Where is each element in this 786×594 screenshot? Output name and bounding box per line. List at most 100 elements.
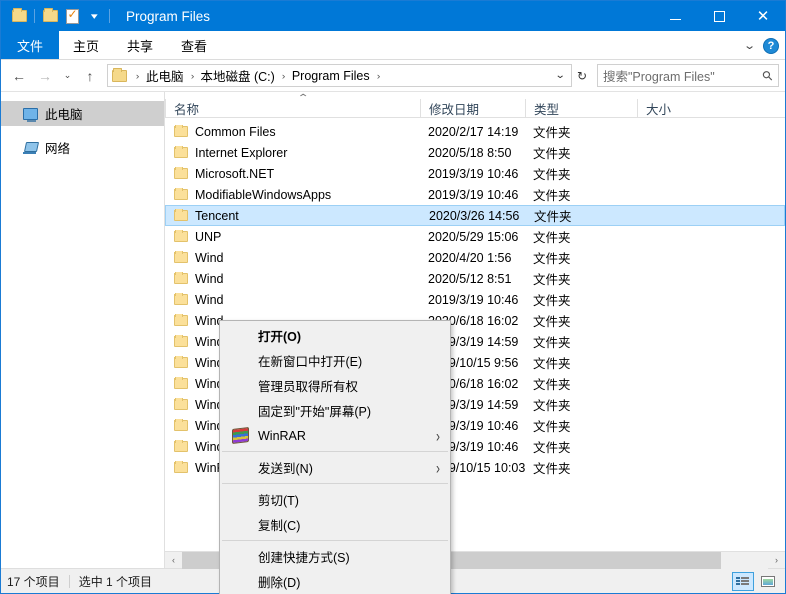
table-row[interactable]: UNP2020/5/29 15:06文件夹 (165, 226, 785, 247)
menu-item-d[interactable]: 删除(D) (220, 569, 450, 594)
sidebar-spacer (1, 126, 164, 135)
file-date-cell: 2019/3/19 10:46 (420, 188, 525, 202)
file-name-label: Microsoft.NET (195, 167, 274, 181)
search-input[interactable]: 搜索"Program Files" ⚲ (597, 64, 779, 87)
folder-icon (174, 357, 188, 368)
help-icon[interactable]: ? (763, 38, 779, 54)
table-row[interactable]: Microsoft.NET2019/3/19 10:46文件夹 (165, 163, 785, 184)
menu-item-winrar[interactable]: WinRAR› (220, 423, 450, 448)
view-mode-buttons (732, 572, 779, 591)
file-name-label: Internet Explorer (195, 146, 287, 160)
file-type-cell: 文件夹 (525, 185, 637, 204)
quick-access-toolbar: ▾ (1, 5, 114, 27)
selection-count-label: 选中 1 个项目 (79, 573, 152, 590)
file-type-cell: 文件夹 (525, 164, 637, 183)
tab-view[interactable]: 查看 (167, 31, 221, 59)
file-type-cell: 文件夹 (525, 311, 637, 330)
table-row[interactable]: Wind2020/4/20 1:56文件夹 (165, 247, 785, 268)
folder-icon (174, 378, 188, 389)
sidebar-item-this-pc[interactable]: 此电脑 (1, 101, 164, 126)
file-name-label: Wind (195, 251, 223, 265)
table-row[interactable]: Tencent2020/3/26 14:56文件夹 (165, 205, 785, 226)
breadcrumb-item-this-pc[interactable]: 此电脑 (144, 66, 186, 85)
address-breadcrumb-box[interactable]: › 此电脑 › 本地磁盘 (C:) › Program Files › ⌄ (107, 64, 572, 87)
table-row[interactable]: Common Files2020/2/17 14:19文件夹 (165, 121, 785, 142)
winrar-icon (232, 427, 249, 444)
menu-item-label: 创建快捷方式(S) (258, 547, 350, 566)
scroll-left-arrow[interactable]: ‹ (165, 552, 182, 569)
address-bar: ← → ⌄ ↑ › 此电脑 › 本地磁盘 (C:) › Program File… (1, 60, 785, 91)
search-placeholder: 搜索"Program Files" (603, 66, 763, 85)
table-row[interactable]: Internet Explorer 2020/5/18 8:50文件夹 (165, 142, 785, 163)
breadcrumb-separator: › (276, 71, 292, 81)
recent-locations-icon[interactable]: ⌄ (59, 64, 76, 88)
maximize-button[interactable] (697, 1, 741, 31)
column-header-date[interactable]: 修改日期 (420, 99, 525, 117)
scroll-right-arrow[interactable]: › (768, 552, 785, 569)
menu-separator (222, 540, 448, 541)
file-date-cell: 2020/5/29 15:06 (420, 230, 525, 244)
menu-item-e[interactable]: 在新窗口中打开(E) (220, 348, 450, 373)
file-name-cell: Common Files (165, 125, 420, 139)
menu-item-o[interactable]: 打开(O) (220, 323, 450, 348)
back-button[interactable]: ← (7, 64, 31, 88)
table-row[interactable]: Wind2019/3/19 10:46文件夹 (165, 289, 785, 310)
folder-icon (174, 441, 188, 452)
navigation-pane: 此电脑 网络 (1, 92, 165, 551)
forward-button[interactable]: → (33, 64, 57, 88)
breadcrumb-item-program-files[interactable]: Program Files (290, 69, 372, 83)
breadcrumb-separator: › (130, 71, 146, 81)
file-type-cell: 文件夹 (526, 206, 638, 225)
tab-file[interactable]: 文件 (1, 31, 59, 59)
breadcrumb-item-local-disk[interactable]: 本地磁盘 (C:) (199, 66, 277, 85)
chevron-down-icon[interactable]: ▾ (83, 5, 105, 27)
file-date-cell: 2020/5/18 8:50 (420, 146, 525, 160)
up-button[interactable]: ↑ (78, 64, 102, 88)
details-view-button[interactable] (732, 572, 754, 591)
menu-separator (222, 483, 448, 484)
tab-share[interactable]: 共享 (113, 31, 167, 59)
file-type-cell: 文件夹 (525, 458, 637, 477)
refresh-icon[interactable]: ↻ (574, 69, 590, 83)
large-icons-view-button[interactable] (757, 572, 779, 591)
explorer-body: 此电脑 网络 ⌃ 名称 修改日期 类型 大小 Common Files2020/… (1, 91, 785, 551)
file-type-cell: 文件夹 (525, 143, 637, 162)
sidebar-item-network[interactable]: 网络 (1, 135, 164, 160)
properties-icon[interactable] (61, 5, 83, 27)
menu-item-label: 剪切(T) (258, 490, 299, 509)
details-view-icon (736, 576, 750, 587)
menu-item-c[interactable]: 复制(C) (220, 512, 450, 537)
network-icon (23, 142, 38, 154)
tab-home[interactable]: 主页 (59, 31, 113, 59)
file-name-cell: Microsoft.NET (165, 167, 420, 181)
column-header-name[interactable]: 名称 (165, 99, 420, 117)
menu-item-label: WinRAR (258, 429, 306, 443)
context-menu: 打开(O) 在新窗口中打开(E) 管理员取得所有权固定到"开始"屏幕(P) WinRA… (219, 320, 451, 594)
menu-item-n[interactable]: 发送到(N)› (220, 455, 450, 480)
file-type-cell: 文件夹 (525, 353, 637, 372)
column-header-type[interactable]: 类型 (525, 99, 637, 117)
close-button[interactable]: ✕ (741, 1, 785, 31)
file-name-cell: Wind (165, 272, 420, 286)
folder-icon[interactable] (39, 5, 61, 27)
chevron-down-icon[interactable]: ⌄ (743, 39, 756, 52)
menu-item-p[interactable]: 固定到"开始"屏幕(P) (220, 398, 450, 423)
column-header-size[interactable]: 大小 (637, 99, 725, 117)
item-count-label: 17 个项目 (7, 573, 60, 590)
minimize-button[interactable] (653, 1, 697, 31)
file-type-cell: 文件夹 (525, 332, 637, 351)
file-type-cell: 文件夹 (525, 122, 637, 141)
menu-item-[interactable]: 管理员取得所有权 (220, 373, 450, 398)
column-headers: ⌃ 名称 修改日期 类型 大小 (165, 92, 785, 118)
table-row[interactable]: ModifiableWindowsApps2019/3/19 10:46文件夹 (165, 184, 785, 205)
menu-item-label: 固定到"开始"屏幕(P) (258, 401, 371, 420)
table-row[interactable]: Wind2020/5/12 8:51文件夹 (165, 268, 785, 289)
menu-item-t[interactable]: 剪切(T) (220, 487, 450, 512)
folder-icon (112, 70, 127, 82)
breadcrumb-separator: › (184, 71, 200, 81)
folder-icon[interactable] (8, 5, 30, 27)
menu-item-label: 在新窗口中打开(E) (258, 351, 362, 370)
address-right-controls: ⌄ (552, 70, 568, 81)
menu-item-s[interactable]: 创建快捷方式(S) (220, 544, 450, 569)
chevron-down-icon[interactable]: ⌄ (549, 70, 570, 81)
